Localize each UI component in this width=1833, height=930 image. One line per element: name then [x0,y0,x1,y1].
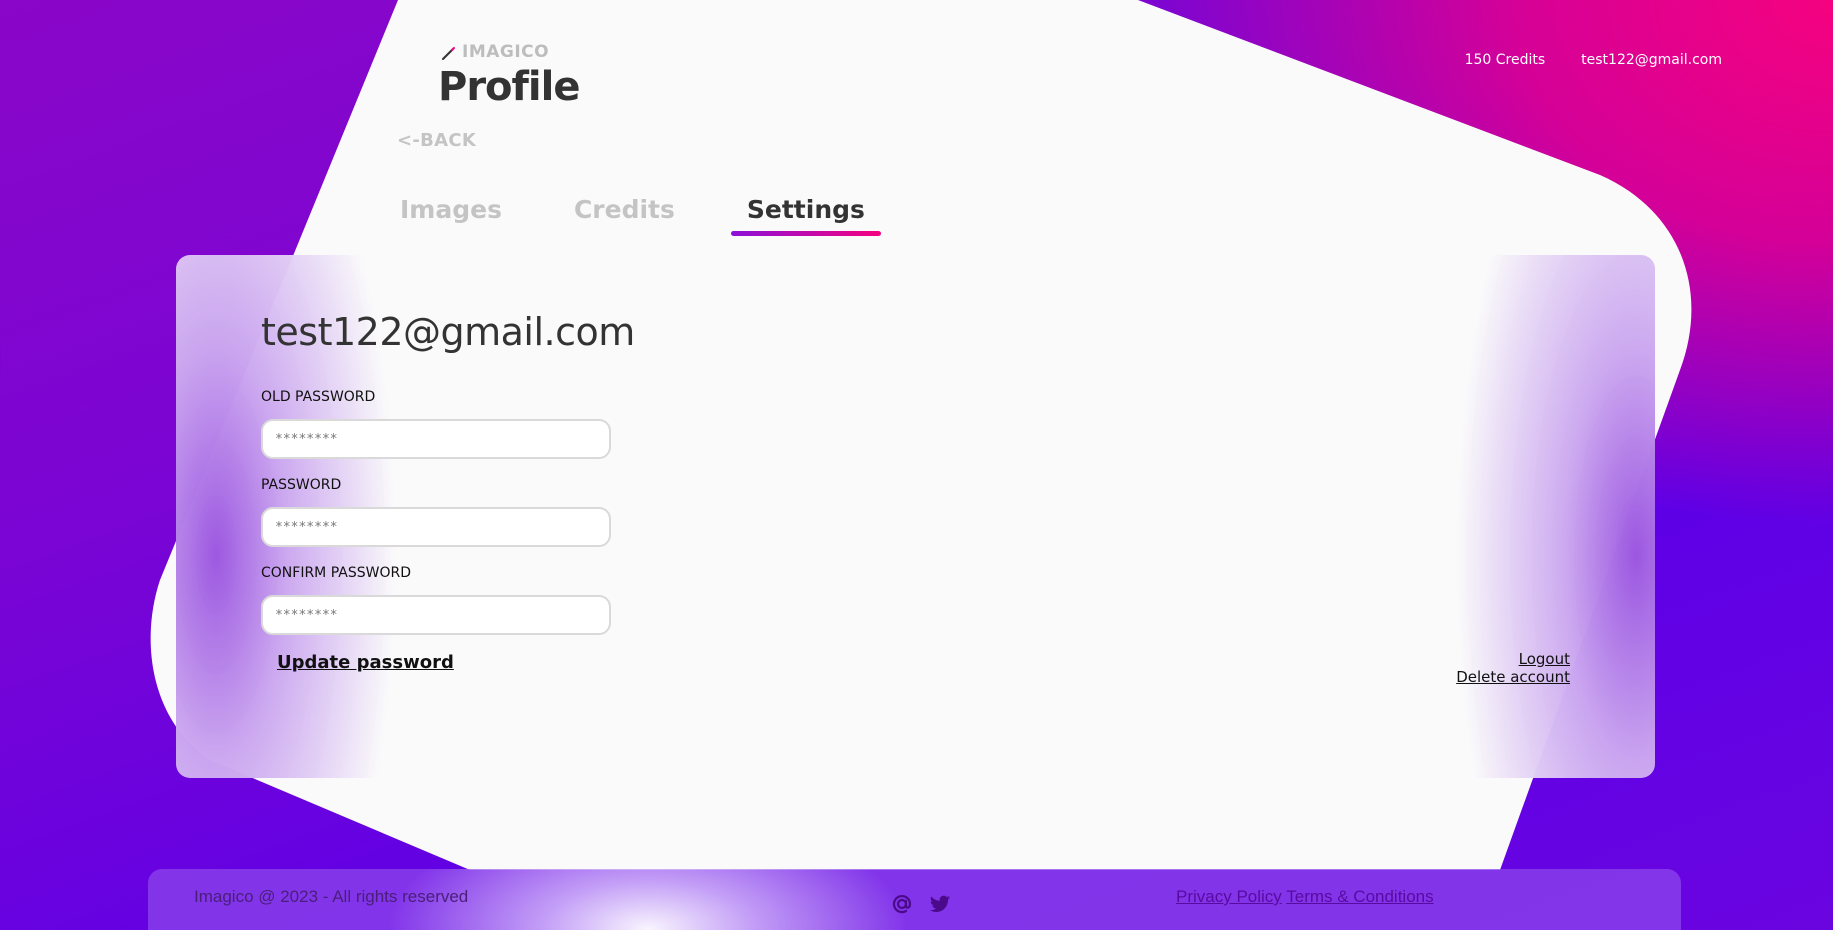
credits-balance[interactable]: 150 Credits [1465,52,1546,68]
logout-link[interactable]: Logout [1519,650,1570,668]
new-password-input[interactable] [261,507,611,547]
footer-copyright: Imagico @ 2023 - All rights reserved [194,887,469,906]
tab-credits[interactable]: Credits [556,195,693,236]
footer-legal-links: Privacy Policy Terms & Conditions [1176,887,1434,907]
tab-settings[interactable]: Settings [729,195,883,236]
email-at-icon[interactable] [891,893,913,915]
privacy-policy-link[interactable]: Privacy Policy [1176,887,1282,906]
header-user-email[interactable]: test122@gmail.com [1581,52,1722,68]
confirm-password-input[interactable] [261,595,611,635]
confirm-password-label: CONFIRM PASSWORD [261,565,411,581]
tab-images[interactable]: Images [398,195,520,236]
account-email-heading: test122@gmail.com [261,310,635,354]
old-password-label: OLD PASSWORD [261,389,376,405]
back-link[interactable]: <-BACK [397,130,476,151]
terms-link[interactable]: Terms & Conditions [1286,887,1433,906]
page-title: Profile [438,64,580,110]
password-label: PASSWORD [261,477,342,493]
account-actions: Logout Delete account [1456,650,1570,686]
brand-logo: IMAGICO [442,42,549,62]
brand-name: IMAGICO [462,42,550,62]
profile-tabs: Images Credits Settings [398,195,883,236]
footer-social-icons [891,893,951,915]
magic-wand-icon [442,45,456,60]
password-form: test122@gmail.com OLD PASSWORD PASSWORD … [261,310,635,673]
update-password-button[interactable]: Update password [277,652,454,673]
header-user-info: 150 Credits test122@gmail.com [1465,52,1722,68]
twitter-icon[interactable] [929,893,951,915]
settings-card: test122@gmail.com OLD PASSWORD PASSWORD … [176,255,1655,778]
footer: Imagico @ 2023 - All rights reserved Pri… [148,869,1681,930]
old-password-input[interactable] [261,419,611,459]
delete-account-link[interactable]: Delete account [1456,668,1570,686]
